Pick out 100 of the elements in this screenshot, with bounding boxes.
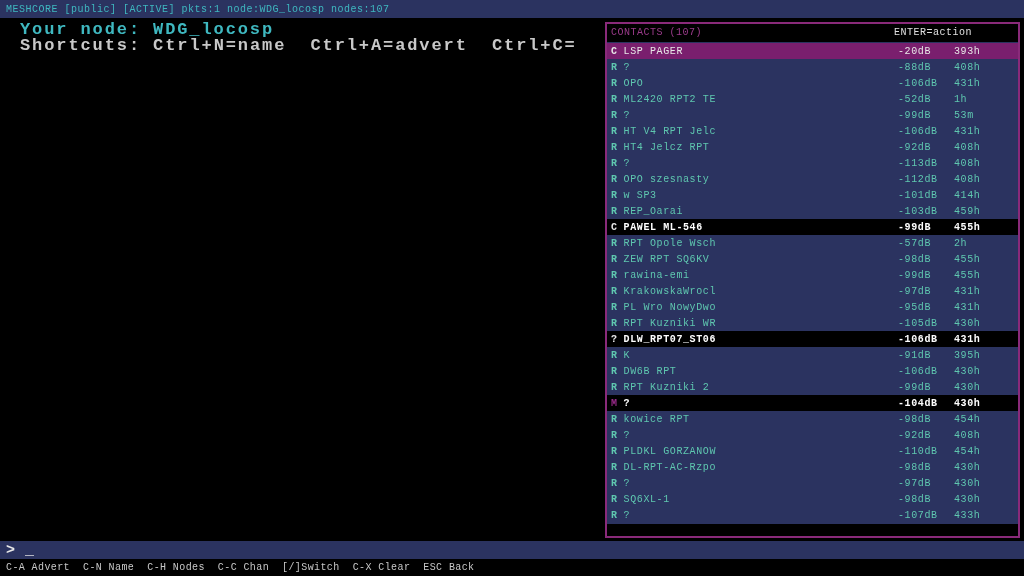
contacts-title: CONTACTS (107): [611, 26, 703, 38]
contact-name: DW6B RPT: [623, 365, 678, 377]
contact-row[interactable]: R PLDKL GORZANOW -110dB 454h: [607, 443, 1018, 459]
contact-age: 53m: [954, 109, 975, 121]
contact-signal: -52dB: [898, 93, 932, 105]
contact-age: 431h: [954, 77, 982, 89]
contact-type: C: [611, 45, 618, 57]
contact-row[interactable]: R REP_Oarai -103dB 459h: [607, 203, 1018, 219]
contact-row[interactable]: R RPT Kuzniki 2 -99dB 430h: [607, 379, 1018, 395]
contact-age: 414h: [954, 189, 982, 201]
contact-age: 433h: [954, 509, 982, 521]
contact-signal: -98dB: [898, 461, 932, 473]
contact-name: RPT Kuzniki WR: [623, 317, 718, 329]
contact-type: R: [611, 141, 618, 153]
contact-row[interactable]: R PL Wro NowyDwo -95dB 431h: [607, 299, 1018, 315]
contact-age: 430h: [954, 365, 982, 377]
contact-signal: -113dB: [898, 157, 939, 169]
contact-signal: -97dB: [898, 477, 932, 489]
contact-signal: -99dB: [898, 221, 932, 233]
contact-type: M: [611, 397, 618, 409]
contact-name: PL Wro NowyDwo: [623, 301, 718, 313]
contact-signal: -92dB: [898, 429, 932, 441]
contact-signal: -91dB: [898, 349, 932, 361]
contact-name: ?: [623, 509, 632, 521]
contact-row[interactable]: R ? -107dB 433h: [607, 507, 1018, 523]
contact-name: OPO szesnasty: [623, 173, 711, 185]
contact-type: R: [611, 93, 618, 105]
contact-signal: -98dB: [898, 413, 932, 425]
contact-name: REP_Oarai: [623, 205, 685, 217]
contact-row[interactable]: R HT4 Jelcz RPT -92dB 408h: [607, 139, 1018, 155]
contact-age: 454h: [954, 413, 982, 425]
contact-row[interactable]: R ZEW RPT SQ6KV -98dB 455h: [607, 251, 1018, 267]
contact-name: ?: [623, 157, 632, 169]
node-label: Your node:: [20, 22, 142, 38]
shortcuts-text: Shortcuts: Ctrl+N=name Ctrl+A=advert Ctrl+C=: [20, 38, 578, 54]
contact-type: R: [611, 269, 618, 281]
contact-signal: -110dB: [898, 445, 939, 457]
contact-signal: -98dB: [898, 493, 932, 505]
contact-age: 408h: [954, 429, 982, 441]
contact-signal: -106dB: [898, 125, 939, 137]
contact-row[interactable]: R RPT Kuzniki WR -105dB 430h: [607, 315, 1018, 331]
contact-signal: -98dB: [898, 253, 932, 265]
contact-age: 430h: [954, 477, 982, 489]
contact-row[interactable]: R OPO szesnasty -112dB 408h: [607, 171, 1018, 187]
contact-signal: -97dB: [898, 285, 932, 297]
contact-type: R: [611, 237, 618, 249]
shortcut-hint: C-A Advert: [6, 562, 70, 573]
shortcut-hint: [/]Switch: [282, 562, 340, 573]
contact-name: ?: [623, 477, 632, 489]
contact-name: ?: [623, 109, 632, 121]
contact-row[interactable]: R ? -99dB 53m: [607, 107, 1018, 123]
contact-type: R: [611, 77, 618, 89]
contact-row[interactable]: R ? -97dB 430h: [607, 475, 1018, 491]
contact-name: RPT Opole Wsch: [623, 237, 718, 249]
contact-age: 455h: [954, 269, 982, 281]
contact-row[interactable]: R ? -88dB 408h: [607, 59, 1018, 75]
contact-row[interactable]: R ML2420 RPT2 TE -52dB 1h: [607, 91, 1018, 107]
contact-age: 459h: [954, 205, 982, 217]
contact-name: ?: [623, 397, 632, 409]
contact-row[interactable]: R K -91dB 395h: [607, 347, 1018, 363]
contact-signal: -92dB: [898, 141, 932, 153]
contact-type: R: [611, 477, 618, 489]
contact-row[interactable]: R ? -113dB 408h: [607, 155, 1018, 171]
contact-row[interactable]: R rawina-emi -99dB 455h: [607, 267, 1018, 283]
contact-type: R: [611, 157, 618, 169]
contact-type: R: [611, 461, 618, 473]
contact-type: C: [611, 221, 618, 233]
shortcut-hint: C-C Chan: [217, 562, 270, 573]
command-input-field[interactable]: > _: [0, 541, 1024, 559]
contact-type: R: [611, 413, 618, 425]
contact-row[interactable]: C LSP PAGER -20dB 393h: [607, 43, 1018, 59]
contact-row[interactable]: R RPT Opole Wsch -57dB 2h: [607, 235, 1018, 251]
contact-row[interactable]: R OPO -106dB 431h: [607, 75, 1018, 91]
contact-row[interactable]: R KrakowskaWrocl -97dB 431h: [607, 283, 1018, 299]
contact-age: 430h: [954, 397, 982, 409]
contact-age: 430h: [954, 317, 982, 329]
contact-type: R: [611, 253, 618, 265]
contact-name: HT4 Jelcz RPT: [623, 141, 711, 153]
contact-row[interactable]: R w SP3 -101dB 414h: [607, 187, 1018, 203]
contact-age: 431h: [954, 301, 982, 313]
contact-name: ?: [623, 429, 632, 441]
contact-signal: -104dB: [898, 397, 939, 409]
contact-row[interactable]: R ? -92dB 408h: [607, 427, 1018, 443]
contact-name: RPT Kuzniki 2: [623, 381, 711, 393]
contact-signal: -101dB: [898, 189, 939, 201]
contact-type: R: [611, 509, 618, 521]
contact-row[interactable]: R kowice RPT -98dB 454h: [607, 411, 1018, 427]
contact-row[interactable]: R SQ6XL-1 -98dB 430h: [607, 491, 1018, 507]
contact-signal: -99dB: [898, 109, 932, 121]
contact-type: R: [611, 429, 618, 441]
contact-age: 408h: [954, 157, 982, 169]
contact-row[interactable]: R DL-RPT-AC-Rzpo -98dB 430h: [607, 459, 1018, 475]
contact-name: HT V4 RPT Jelc: [623, 125, 718, 137]
contact-name: PLDKL GORZANOW: [623, 445, 718, 457]
contact-signal: -95dB: [898, 301, 932, 313]
contact-row[interactable]: R HT V4 RPT Jelc -106dB 431h: [607, 123, 1018, 139]
contact-row[interactable]: R DW6B RPT -106dB 430h: [607, 363, 1018, 379]
contact-type: R: [611, 285, 618, 297]
contact-age: 431h: [954, 125, 982, 137]
contact-type: R: [611, 109, 618, 121]
